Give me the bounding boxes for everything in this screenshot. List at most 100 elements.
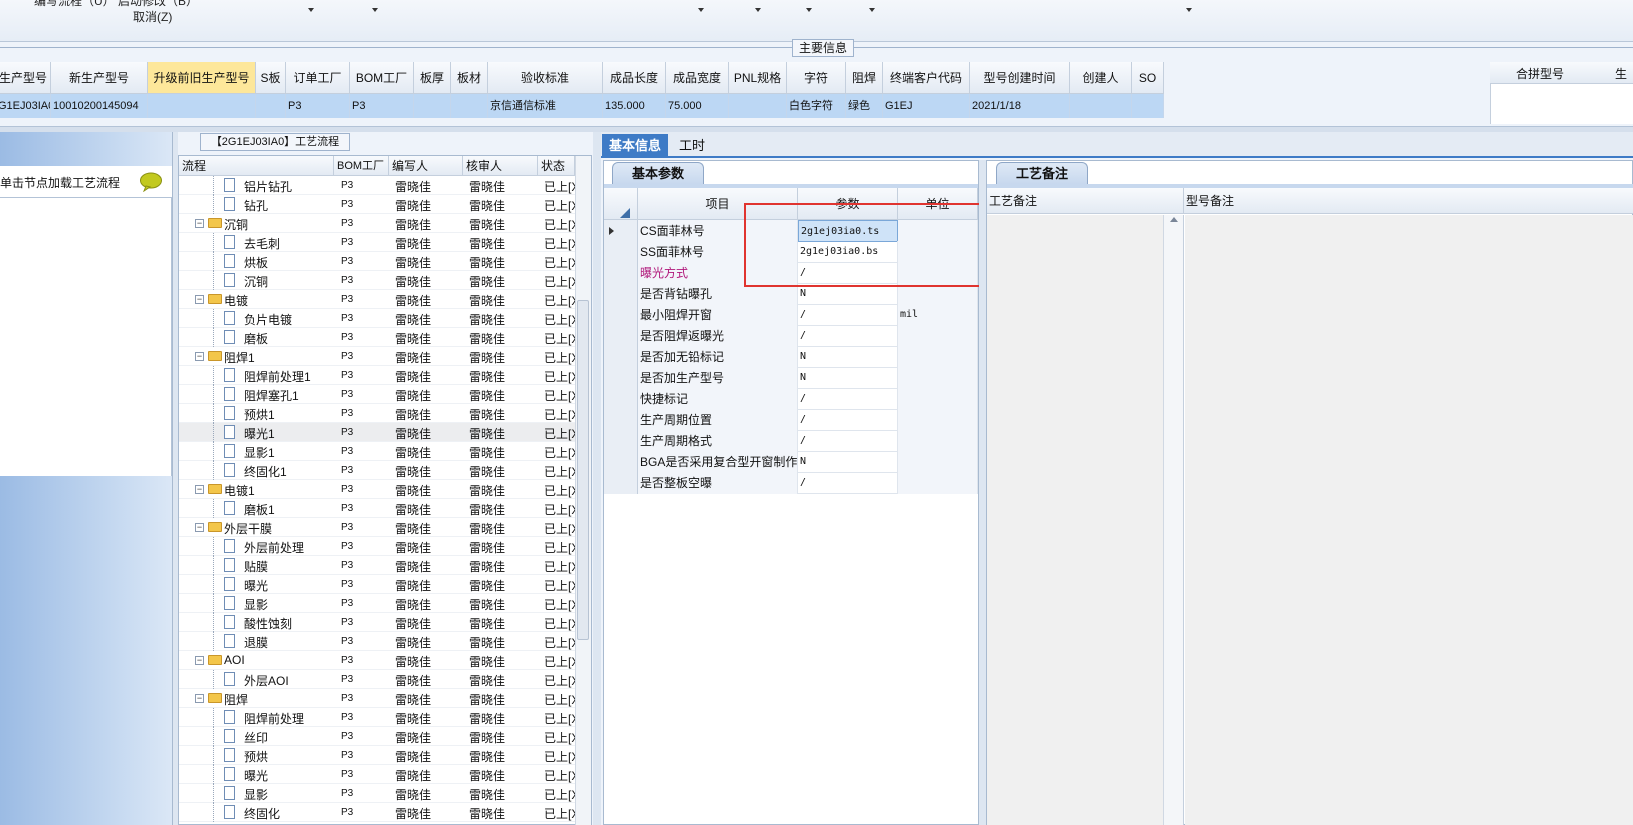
main-info-col[interactable]: S板 bbox=[256, 62, 286, 94]
vertical-splitter[interactable] bbox=[593, 132, 601, 825]
dropdown-arrow-icon[interactable] bbox=[755, 8, 761, 12]
param-value[interactable]: / bbox=[798, 304, 898, 326]
row-header[interactable] bbox=[604, 304, 638, 326]
param-value[interactable]: / bbox=[798, 430, 898, 452]
col-writer[interactable]: 编写人 bbox=[389, 156, 463, 176]
param-row[interactable]: 生产周期格式 / bbox=[604, 430, 978, 452]
tree-row[interactable]: 负片电镀 P3 雷晓佳 雷晓佳 已上[X bbox=[179, 309, 575, 328]
main-info-col[interactable]: 字符 bbox=[787, 62, 846, 94]
tree-row[interactable]: 显影 P3 雷晓佳 雷晓佳 已上[X bbox=[179, 594, 575, 613]
tree-row[interactable]: − AOI P3 雷晓佳 雷晓佳 已上[X bbox=[179, 651, 575, 670]
comment-bubble-icon[interactable] bbox=[139, 172, 163, 192]
tree-row[interactable]: 钻孔 P3 雷晓佳 雷晓佳 已上[X bbox=[179, 195, 575, 214]
tree-row[interactable]: − 阻焊 P3 雷晓佳 雷晓佳 已上[X bbox=[179, 689, 575, 708]
param-value[interactable]: N bbox=[798, 346, 898, 368]
row-header[interactable] bbox=[604, 472, 638, 494]
param-row[interactable]: 是否加生产型号 N bbox=[604, 367, 978, 389]
tree-row[interactable]: 阻焊前处理 P3 雷晓佳 雷晓佳 已上[X bbox=[179, 708, 575, 727]
tree-row[interactable]: 阻焊塞孔1 P3 雷晓佳 雷晓佳 已上[X bbox=[179, 385, 575, 404]
main-info-col[interactable]: 订单工厂 bbox=[286, 62, 350, 94]
tree-row[interactable]: 显影 P3 雷晓佳 雷晓佳 已上[X bbox=[179, 784, 575, 803]
col-model-note[interactable]: 型号备注 bbox=[1184, 188, 1633, 214]
col-process-note[interactable]: 工艺备注 bbox=[987, 188, 1184, 214]
main-info-cell[interactable]: 白色字符 bbox=[787, 94, 846, 118]
tree-row[interactable]: 阻焊前处理1 P3 雷晓佳 雷晓佳 已上[X bbox=[179, 366, 575, 385]
param-value[interactable]: / bbox=[798, 409, 898, 431]
tree-row[interactable]: 铝片钻孔 P3 雷晓佳 雷晓佳 已上[X bbox=[179, 176, 575, 195]
tree-row[interactable]: 终固化 P3 雷晓佳 雷晓佳 已上[X bbox=[179, 803, 575, 822]
note-scrollbar[interactable] bbox=[1163, 215, 1184, 825]
row-header[interactable] bbox=[604, 241, 638, 263]
main-info-col[interactable]: 成品宽度 bbox=[666, 62, 729, 94]
main-info-cell[interactable] bbox=[729, 94, 787, 118]
main-info-cell[interactable]: P3 bbox=[286, 94, 350, 118]
tree-row[interactable]: 磨板1 P3 雷晓佳 雷晓佳 已上[X bbox=[179, 499, 575, 518]
main-info-cell[interactable]: 绿色 bbox=[846, 94, 883, 118]
row-header[interactable] bbox=[604, 430, 638, 452]
collapse-icon[interactable]: − bbox=[195, 656, 204, 665]
tree-row[interactable]: 预烘1 P3 雷晓佳 雷晓佳 已上[X bbox=[179, 404, 575, 423]
main-info-cell[interactable] bbox=[256, 94, 286, 118]
row-header[interactable] bbox=[604, 346, 638, 368]
main-info-col[interactable]: 终端客户代码 bbox=[883, 62, 970, 94]
col-bom-factory[interactable]: BOM工厂 bbox=[334, 156, 389, 176]
row-header[interactable] bbox=[604, 262, 638, 284]
tab-basic-info[interactable]: 基本信息 bbox=[602, 134, 668, 158]
main-info-col[interactable]: 新生产型号 bbox=[51, 62, 148, 94]
collapse-icon[interactable]: − bbox=[195, 219, 204, 228]
tab-basic-params[interactable]: 基本参数 bbox=[612, 162, 704, 184]
tree-row[interactable]: 外层AOI P3 雷晓佳 雷晓佳 已上[X bbox=[179, 670, 575, 689]
main-info-col[interactable]: 生产型号 bbox=[0, 62, 51, 94]
main-info-col[interactable]: 板厚 bbox=[414, 62, 451, 94]
main-info-col[interactable]: 成品长度 bbox=[603, 62, 666, 94]
row-header[interactable] bbox=[604, 325, 638, 347]
param-row[interactable]: 是否整板空曝 / bbox=[604, 472, 978, 494]
param-row[interactable]: 是否阻焊返曝光 / bbox=[604, 325, 978, 347]
menu-top-partial[interactable]: 编写流程（U） 启动修改（B） bbox=[34, 0, 198, 9]
tree-row[interactable]: 曝光 P3 雷晓佳 雷晓佳 已上[X bbox=[179, 765, 575, 784]
row-header[interactable] bbox=[604, 451, 638, 473]
main-info-col[interactable]: 升级前旧生产型号 bbox=[148, 62, 256, 94]
tree-row[interactable]: 去毛刺 P3 雷晓佳 雷晓佳 已上[X bbox=[179, 233, 575, 252]
dropdown-arrow-icon[interactable] bbox=[372, 8, 378, 12]
main-info-cell[interactable]: G1EJ03IA0 bbox=[0, 94, 51, 118]
main-info-col[interactable]: SO bbox=[1132, 62, 1164, 94]
tree-row[interactable]: 预烘 P3 雷晓佳 雷晓佳 已上[X bbox=[179, 746, 575, 765]
col-process[interactable]: 流程 bbox=[179, 156, 334, 176]
main-info-cell[interactable] bbox=[451, 94, 488, 118]
main-info-cell[interactable]: 10010200145094 bbox=[51, 94, 148, 118]
main-info-col[interactable]: 板材 bbox=[451, 62, 488, 94]
main-info-cell[interactable] bbox=[148, 94, 256, 118]
scroll-up-icon[interactable] bbox=[1170, 217, 1178, 222]
tree-row[interactable]: 丝印 P3 雷晓佳 雷晓佳 已上[X bbox=[179, 727, 575, 746]
param-row[interactable]: 最小阻焊开窗 / mil bbox=[604, 304, 978, 326]
param-row[interactable]: 是否加无铅标记 N bbox=[604, 346, 978, 368]
tree-row[interactable]: 显影1 P3 雷晓佳 雷晓佳 已上[X bbox=[179, 442, 575, 461]
tree-row[interactable]: − 外层干膜 P3 雷晓佳 雷晓佳 已上[X bbox=[179, 518, 575, 537]
collapse-icon[interactable]: − bbox=[195, 523, 204, 532]
tree-row[interactable]: 曝光 P3 雷晓佳 雷晓佳 已上[X bbox=[179, 575, 575, 594]
tree-scrollbar-thumb[interactable] bbox=[577, 300, 589, 640]
tree-row[interactable]: 曝光1 P3 雷晓佳 雷晓佳 已上[X bbox=[179, 423, 575, 442]
row-header[interactable] bbox=[604, 220, 638, 242]
tab-process-notes[interactable]: 工艺备注 bbox=[996, 162, 1088, 184]
row-header[interactable] bbox=[604, 388, 638, 410]
merge-model-col[interactable]: 合拼型号 bbox=[1516, 65, 1564, 82]
param-row[interactable]: BGA是否采用复合型开窗制作 N bbox=[604, 451, 978, 473]
tree-row[interactable]: 烘板 P3 雷晓佳 雷晓佳 已上[X bbox=[179, 252, 575, 271]
param-value[interactable]: / bbox=[798, 388, 898, 410]
row-header-corner[interactable] bbox=[604, 188, 638, 220]
tree-row[interactable]: − 电镀1 P3 雷晓佳 雷晓佳 已上[X bbox=[179, 480, 575, 499]
left-tree-area[interactable] bbox=[0, 198, 172, 476]
tree-row[interactable]: 终固化1 P3 雷晓佳 雷晓佳 已上[X bbox=[179, 461, 575, 480]
tree-row[interactable]: 沉铜 P3 雷晓佳 雷晓佳 已上[X bbox=[179, 271, 575, 290]
collapse-icon[interactable]: − bbox=[195, 295, 204, 304]
col-status[interactable]: 状态 bbox=[538, 156, 575, 176]
param-row[interactable]: 生产周期位置 / bbox=[604, 409, 978, 431]
main-info-cell[interactable]: 135.000 bbox=[603, 94, 666, 118]
collapse-icon[interactable]: − bbox=[195, 485, 204, 494]
row-header[interactable] bbox=[604, 367, 638, 389]
main-info-col[interactable]: PNL规格 bbox=[729, 62, 787, 94]
tree-row[interactable]: 酸性蚀刻 P3 雷晓佳 雷晓佳 已上[X bbox=[179, 613, 575, 632]
dropdown-arrow-icon[interactable] bbox=[806, 8, 812, 12]
